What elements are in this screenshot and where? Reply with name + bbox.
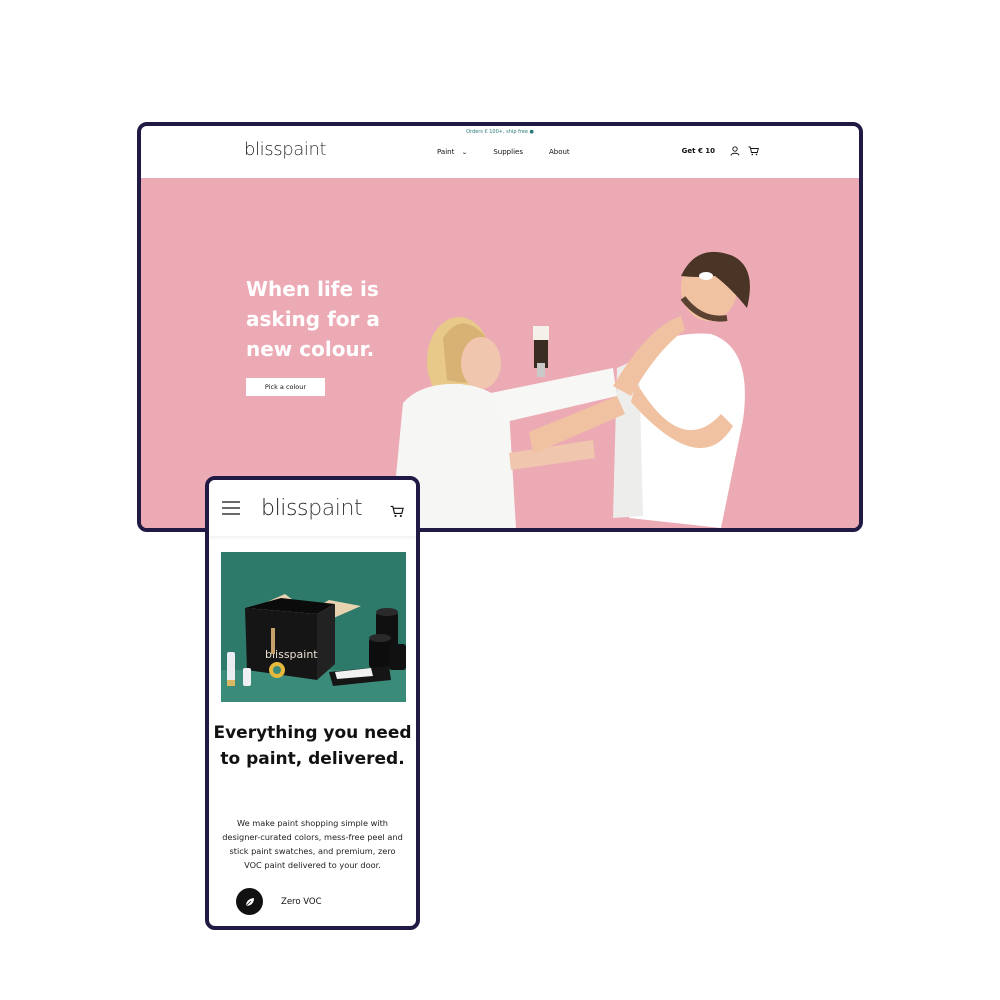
section-heading: Everything you need to paint, delivered. — [213, 723, 412, 769]
couple-painting-photo — [391, 251, 750, 528]
desktop-mockup: Orders € 100+, ship free ● blisspaint Pa… — [137, 122, 863, 532]
cart-icon[interactable] — [390, 504, 404, 518]
nav-item-about[interactable]: About — [549, 148, 570, 156]
leaf-icon — [236, 888, 263, 915]
mobile-mockup: blisspaint blisspaint Everything you nee… — [205, 476, 420, 930]
nav-item-label: Paint — [437, 148, 455, 156]
nav-item-label: Supplies — [493, 148, 523, 156]
feature-label: Zero VOC — [281, 896, 322, 907]
logo-word-paint: paint — [308, 496, 363, 521]
section-body: We make paint shopping simple with desig… — [222, 818, 403, 870]
logo-word-paint: paint — [282, 139, 327, 160]
hamburger-menu-icon[interactable] — [221, 499, 241, 517]
desktop-header: Orders € 100+, ship free ● blisspaint Pa… — [141, 126, 859, 178]
cart-icon[interactable] — [747, 145, 759, 157]
nav-item-paint[interactable]: Paint ⌄ — [437, 148, 469, 156]
logo-word-bliss: bliss — [261, 496, 309, 521]
header-actions: Get € 10 — [682, 145, 759, 157]
site-logo[interactable]: blisspaint — [261, 496, 363, 521]
logo-word-bliss: bliss — [244, 139, 283, 160]
main-nav: Paint ⌄ Supplies About — [437, 148, 596, 156]
user-icon[interactable] — [729, 145, 741, 157]
announcement-bar: Orders € 100+, ship free ● — [466, 129, 534, 135]
pick-a-colour-button[interactable]: Pick a colour — [246, 378, 325, 396]
nav-item-label: About — [548, 148, 570, 156]
mobile-header: blisspaint — [209, 480, 416, 536]
site-logo[interactable]: blisspaint — [244, 139, 327, 160]
chevron-down-icon: ⌄ — [461, 149, 469, 156]
referral-link[interactable]: Get € 10 — [682, 147, 715, 155]
feature-zero-voc: Zero VOC — [236, 888, 322, 915]
nav-item-supplies[interactable]: Supplies — [493, 148, 523, 156]
paint-box-kit-photo: blisspaint — [221, 552, 406, 702]
